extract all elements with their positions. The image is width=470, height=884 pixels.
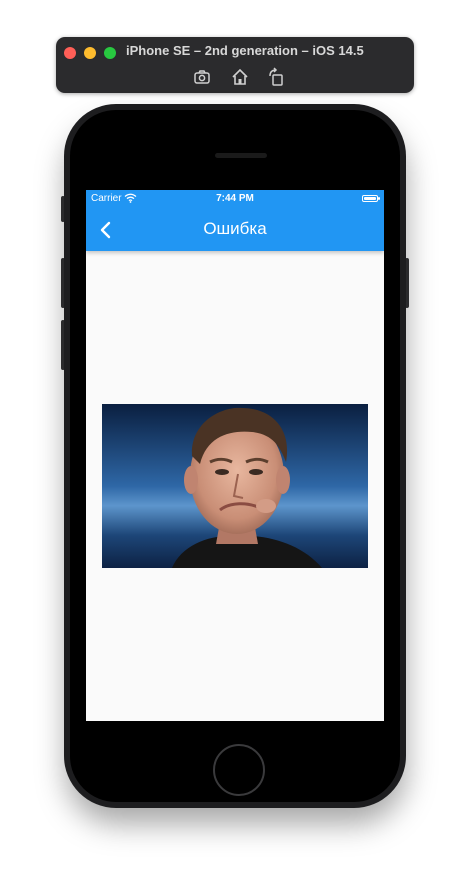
app-bar: Carrier 7:44 PM Ошибка [86, 190, 384, 251]
device-home-button[interactable] [213, 744, 265, 796]
home-button[interactable] [229, 67, 251, 87]
status-time: 7:44 PM [216, 193, 254, 204]
zoom-window-button[interactable] [104, 47, 116, 59]
portrait-photo [102, 404, 368, 568]
status-bar: Carrier 7:44 PM [86, 190, 384, 208]
rotate-button[interactable] [265, 67, 287, 87]
home-icon [232, 68, 248, 85]
minimize-window-button[interactable] [84, 47, 96, 59]
page-title: Ошибка [203, 219, 267, 238]
battery-icon [362, 195, 380, 202]
close-window-button[interactable] [64, 47, 76, 59]
earpiece-speaker [215, 153, 267, 158]
app-screen: Carrier 7:44 PM Ошибка [86, 190, 384, 721]
rotate-icon [269, 67, 283, 86]
simulator-title: iPhone SE – 2nd generation – iOS 14.5 [126, 43, 364, 58]
simulator-toolbar: iPhone SE – 2nd generation – iOS 14.5 [56, 37, 414, 93]
screenshot-icon [194, 70, 210, 84]
screenshot-button[interactable] [191, 67, 213, 87]
